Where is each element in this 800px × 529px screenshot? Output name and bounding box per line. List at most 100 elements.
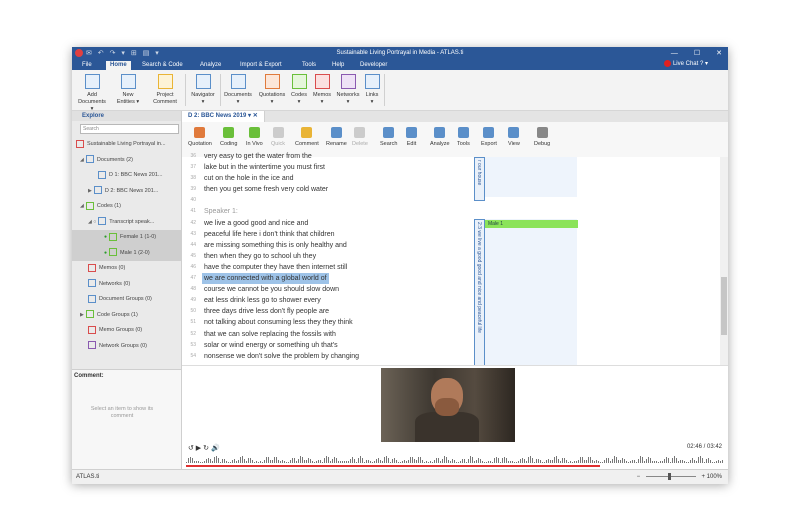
tree-expander-icon[interactable]: ▶ — [80, 312, 84, 318]
tree-expander-icon[interactable]: ◢ ○ — [88, 219, 96, 225]
quotation-bar[interactable]: r our house — [474, 157, 485, 201]
scroll-thumb[interactable] — [721, 277, 727, 335]
line-text[interactable]: very easy to get the water from the — [204, 151, 312, 162]
tree-item[interactable]: Memo Groups (0) — [72, 323, 181, 339]
tab-import-export[interactable]: Import & Export — [236, 61, 286, 70]
tree-item[interactable]: ◢ ○ Transcript speak... — [72, 215, 181, 231]
transcript-line[interactable]: 37 lake but in the wintertime you must fi… — [182, 162, 472, 173]
toolbar-button-quotation[interactable]: Quotation — [188, 127, 212, 147]
tree-expander-icon[interactable]: ▶ — [88, 188, 92, 194]
line-text[interactable]: then you get some fresh very cold water — [204, 184, 328, 195]
transcript-line[interactable]: 53 solar or wind energy or something uh t… — [182, 340, 472, 351]
tree-expander-icon[interactable]: ● — [104, 234, 107, 240]
tree-expander-icon[interactable]: ◢ — [80, 203, 84, 209]
audio-waveform[interactable] — [186, 456, 724, 464]
tab-help[interactable]: Help — [328, 61, 348, 70]
documents-manager-button[interactable]: Documents ▾ — [222, 74, 254, 106]
toolbar-button-comment[interactable]: Comment — [295, 127, 319, 147]
transcript-line[interactable]: 39 then you get some fresh very cold wate… — [182, 184, 472, 195]
maximize-button[interactable]: ☐ — [694, 50, 700, 57]
tree-expander-icon[interactable]: ● — [104, 250, 107, 256]
line-text[interactable]: that we can solve replacing the fossils … — [204, 329, 336, 340]
media-controls[interactable]: ↺ ▶ ↻ 🔊 — [188, 444, 220, 452]
line-text[interactable]: we live a good good and nice and — [204, 218, 308, 229]
toolbar-button-analyze[interactable]: Analyze — [430, 127, 450, 147]
transcript-line[interactable]: 46 have the computer they have then inter… — [182, 262, 472, 273]
tree-item[interactable]: D 1: BBC News 201... — [72, 168, 181, 184]
new-entities-button[interactable]: New Entities ▾ — [112, 74, 144, 106]
transcript-text[interactable]: 36 very easy to get the water from the 37 l… — [182, 151, 472, 362]
transcript-line[interactable]: 40 — [182, 195, 472, 206]
selected-text[interactable]: we are connected with a global world of — [202, 273, 329, 285]
tab-home[interactable]: Home — [106, 61, 131, 70]
transcript-line[interactable]: 38 cut on the hole in the ice and — [182, 173, 472, 184]
tab-file[interactable]: File — [78, 61, 96, 70]
zoom-control[interactable]: − + 100% — [637, 470, 722, 484]
close-window-button[interactable]: ✕ — [716, 50, 722, 57]
transcript-line[interactable]: 52 that we can solve replacing the fossil… — [182, 329, 472, 340]
tree-item[interactable]: Memos (0) — [72, 261, 181, 277]
links-manager-button[interactable]: Links ▾ — [362, 74, 382, 106]
minimize-button[interactable]: — — [671, 50, 678, 57]
transcript-line[interactable]: 41 Speaker 1: — [182, 206, 472, 217]
transcript-line[interactable]: 43 peaceful life here i don't think that … — [182, 229, 472, 240]
line-text[interactable]: Speaker 1: — [204, 206, 238, 217]
toolbar-button-rename[interactable]: Rename — [326, 127, 347, 147]
line-text[interactable]: not talking about consuming less they th… — [204, 317, 353, 328]
playback-progress[interactable] — [186, 465, 600, 467]
line-text[interactable]: are missing something this is only healt… — [204, 240, 347, 251]
transcript-line[interactable]: 42 we live a good good and nice and — [182, 218, 472, 229]
tree-item[interactable]: ▶ D 2: BBC News 201... — [72, 184, 181, 200]
tree-item[interactable]: Network Groups (0) — [72, 339, 181, 355]
add-documents-button[interactable]: Add Documents ▾ — [76, 74, 108, 113]
zoom-slider-knob[interactable] — [667, 472, 671, 480]
line-text[interactable]: nonsense we don't solve the problem by c… — [204, 351, 359, 362]
quotations-manager-button[interactable]: Quotations ▾ — [255, 74, 289, 106]
transcript-line[interactable]: 50 three days drive less don't fly people… — [182, 306, 472, 317]
chevron-down-icon[interactable]: ▾ — [248, 113, 251, 119]
document-editor[interactable]: 36 very easy to get the water from the 37 l… — [182, 153, 728, 367]
line-text[interactable]: eat less drink less go to shower every — [204, 295, 321, 306]
tree-item[interactable]: ● Female 1 (1-0) — [72, 230, 181, 246]
toolbar-button-tools[interactable]: Tools — [457, 127, 470, 147]
line-text[interactable]: course we cannot be you should slow down — [204, 284, 339, 295]
line-text[interactable]: then when they go to school uh they — [204, 251, 316, 262]
tab-analyze[interactable]: Analyze — [196, 61, 225, 70]
transcript-line[interactable]: 36 very easy to get the water from the — [182, 151, 472, 162]
explore-search-input[interactable]: Search — [80, 124, 179, 134]
line-text[interactable]: solar or wind energy or something uh tha… — [204, 340, 338, 351]
transcript-line[interactable]: 51 not talking about consuming less they … — [182, 317, 472, 328]
toolbar-button-in-vivo[interactable]: In Vivo — [246, 127, 263, 147]
transcript-line[interactable]: 45 then when they go to school uh they — [182, 251, 472, 262]
tab-developer[interactable]: Developer — [356, 61, 391, 70]
tab-document-d2[interactable]: D 2: BBC News 2019 ▾ ✕ — [182, 111, 265, 122]
toolbar-button-coding[interactable]: Coding — [220, 127, 237, 147]
tree-item[interactable]: Sustainable Living Portrayal in... — [72, 137, 181, 153]
tree-item[interactable]: ▶ Code Groups (1) — [72, 308, 181, 324]
transcript-line[interactable]: 54 nonsense we don't solve the problem by… — [182, 351, 472, 362]
transcript-line[interactable]: 47 we are connected with a global world o… — [182, 273, 472, 285]
code-male-1[interactable]: Male 1 — [485, 220, 578, 228]
toolbar-button-edit[interactable]: Edit — [406, 127, 417, 147]
line-text[interactable]: lake but in the wintertime you must firs… — [204, 162, 325, 173]
toolbar-button-debug[interactable]: Debug — [534, 127, 550, 147]
live-chat-button[interactable]: Live Chat ? ▾ — [663, 60, 708, 67]
close-icon[interactable]: ✕ — [253, 113, 258, 119]
tab-search-code[interactable]: Search & Code — [138, 61, 187, 70]
transcript-line[interactable]: 44 are missing something this is only hea… — [182, 240, 472, 251]
tree-item[interactable]: ● Male 1 (2-0) — [72, 245, 181, 261]
tree-expander-icon[interactable]: ◢ — [80, 157, 84, 163]
toolbar-button-search[interactable]: Search — [380, 127, 397, 147]
tree-item[interactable]: ◢ Documents (2) — [72, 153, 181, 169]
zoom-slider[interactable] — [645, 472, 696, 480]
navigator-button[interactable]: Navigator ▾ — [188, 74, 218, 106]
transcript-line[interactable]: 48 course we cannot be you should slow do… — [182, 284, 472, 295]
vertical-scrollbar[interactable] — [720, 157, 728, 365]
networks-manager-button[interactable]: Networks ▾ — [334, 74, 362, 106]
memos-manager-button[interactable]: Memos ▾ — [310, 74, 334, 106]
tree-item[interactable]: Networks (0) — [72, 277, 181, 293]
quotation-bar[interactable]: 2:3 we live a good good and nice and pea… — [474, 219, 485, 367]
codes-manager-button[interactable]: Codes ▾ — [289, 74, 309, 106]
video-frame[interactable] — [381, 368, 515, 442]
tab-tools[interactable]: Tools — [298, 61, 320, 70]
